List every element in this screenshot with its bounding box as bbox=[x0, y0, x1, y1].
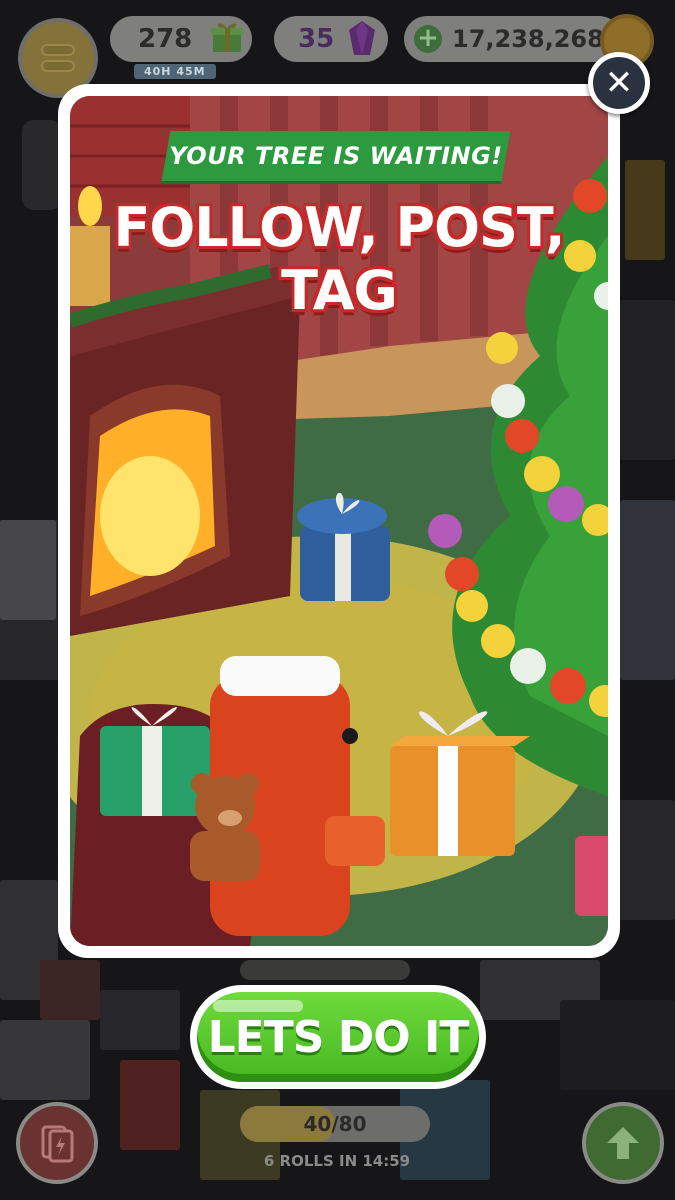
gifts-timer: 40H 45M bbox=[134, 64, 216, 79]
lets-do-it-button[interactable]: LETS DO IT bbox=[190, 985, 486, 1089]
gift-icon bbox=[211, 23, 243, 52]
banner-text: YOUR TREE IS WAITING! bbox=[169, 142, 503, 170]
rolls-progress-text: 40/80 bbox=[303, 1112, 367, 1136]
close-icon: ✕ bbox=[604, 63, 634, 103]
promo-banner: YOUR TREE IS WAITING! bbox=[161, 131, 511, 181]
arrow-up-icon bbox=[607, 1127, 639, 1159]
add-coins-icon[interactable]: + bbox=[414, 25, 442, 53]
cards-button[interactable] bbox=[16, 1102, 98, 1184]
gems-count: 35 bbox=[298, 24, 335, 54]
promo-headline: FOLLOW, POST, TAG bbox=[113, 196, 565, 322]
cards-icon bbox=[41, 1125, 74, 1163]
coins-amount: 17,238,268 bbox=[452, 25, 604, 53]
coins-counter[interactable]: + 17,238,268 bbox=[404, 16, 622, 62]
menu-icon bbox=[43, 46, 73, 54]
rolls-progress-bar: 40/80 bbox=[240, 1106, 430, 1142]
gifts-count: 278 bbox=[138, 24, 193, 54]
gem-icon bbox=[349, 21, 375, 55]
upgrade-button[interactable] bbox=[582, 1102, 664, 1184]
rolls-timer: 6 ROLLS IN 14:59 bbox=[263, 1152, 411, 1170]
close-button[interactable]: ✕ bbox=[588, 52, 650, 114]
cta-label: LETS DO IT bbox=[207, 1011, 470, 1063]
